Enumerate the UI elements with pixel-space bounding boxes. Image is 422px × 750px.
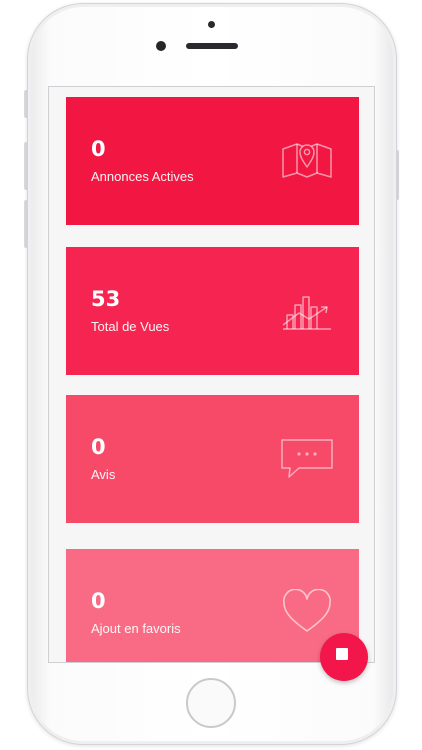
stat-card-reviews[interactable]: 0 Avis — [66, 395, 359, 523]
stat-count: 0 — [91, 435, 106, 459]
stat-card-total-views[interactable]: 53 Total de Vues — [66, 247, 359, 375]
stat-label: Ajout en favoris — [91, 621, 181, 636]
stat-count: 0 — [91, 137, 106, 161]
stat-card-active-listings[interactable]: 0 Annonces Actives — [66, 97, 359, 225]
app-screen: 0 Annonces Actives 53 Total de Vues 0 Av… — [48, 86, 375, 663]
home-button[interactable] — [186, 678, 236, 728]
heart-icon — [279, 589, 335, 635]
chat-bubble-icon — [279, 435, 335, 481]
square-icon — [336, 648, 348, 660]
stat-count: 53 — [91, 287, 121, 311]
stat-card-favorites[interactable]: 0 Ajout en favoris — [66, 549, 359, 662]
map-icon — [279, 137, 335, 183]
stat-label: Avis — [91, 467, 116, 482]
chart-growth-icon — [279, 287, 335, 333]
floating-action-button[interactable] — [320, 633, 368, 681]
stat-label: Total de Vues — [91, 319, 170, 334]
proximity-sensor — [208, 21, 215, 28]
front-camera — [156, 41, 166, 51]
earpiece-speaker — [186, 43, 238, 49]
stat-label: Annonces Actives — [91, 169, 194, 184]
stat-count: 0 — [91, 589, 106, 613]
